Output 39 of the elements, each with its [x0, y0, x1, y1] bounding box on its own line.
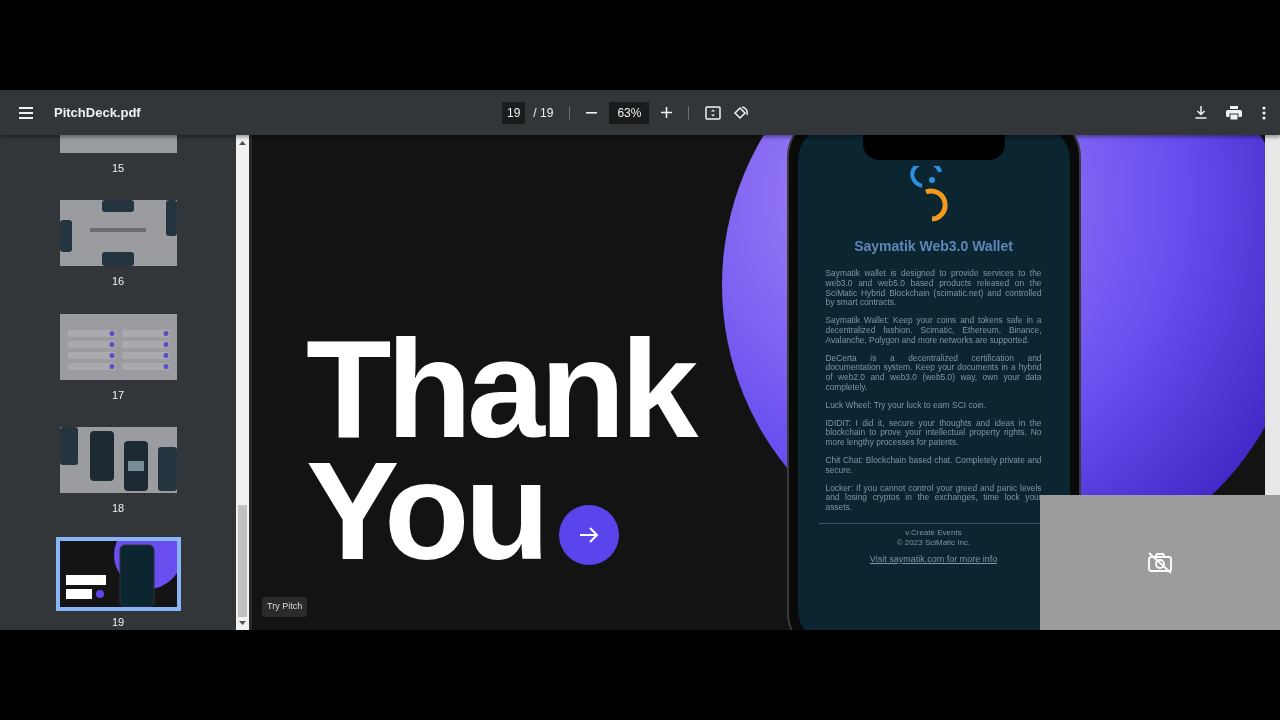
zoom-in-button[interactable] — [661, 107, 673, 118]
fit-page-icon[interactable] — [705, 105, 722, 120]
print-icon[interactable] — [1226, 105, 1242, 120]
menu-icon[interactable] — [18, 106, 34, 119]
page-number: 18 — [111, 501, 125, 516]
paragraph: Saymatik Wallet: Keep your coins and tokens safe in a decentralized fashion. Scimatic, Ethereum, Binance, Avalanche, Polygon and more networks are supported. — [825, 316, 1042, 346]
paragraph: Chit Chat: Blockchain based chat. Completely private and secure. — [825, 455, 1042, 476]
paragraph: DeCerta is a decentralized certification and documentation system. Keep your documents in a hybrid of web2.0 and web3.0 (web5.0) way, own your data completely. — [825, 353, 1042, 393]
download-icon[interactable] — [1195, 106, 1207, 119]
info-link[interactable]: Visit saymatik.com for more info — [869, 552, 998, 567]
more-options-icon[interactable] — [1262, 105, 1266, 120]
scroll-thumb[interactable] — [238, 505, 247, 617]
paragraph: Locker: If you cannot control your greed and panic levels and losing cryptos in the exchanges, time lock your assets. — [825, 483, 1042, 513]
rotate-icon[interactable] — [733, 104, 750, 121]
arrow-icon — [579, 527, 599, 543]
headline-text: Thank — [306, 328, 694, 450]
footer-text: v.Create Events — [905, 527, 962, 538]
page-number: 16 — [111, 274, 125, 289]
zoom-field[interactable]: 63% — [609, 101, 650, 124]
page-number: 17 — [111, 387, 125, 403]
headline-text: You — [306, 450, 546, 572]
zoom-out-button[interactable] — [586, 111, 598, 114]
page-number: 15 — [111, 160, 125, 176]
scroll-up-icon[interactable] — [239, 140, 246, 145]
footer-text: © 2023 SciMatic Inc. — [896, 537, 971, 548]
scrollbar[interactable] — [236, 135, 249, 630]
scroll-down-icon[interactable] — [239, 621, 246, 626]
page-scrollbar[interactable] — [1265, 135, 1280, 495]
wallet-title: Saymatik Web3.0 Wallet — [854, 237, 1013, 256]
arrow-button[interactable] — [559, 505, 619, 565]
page-total: / 19 — [533, 104, 554, 122]
paragraph: Luck Wheel: Try your luck to earn SCI coin. — [825, 400, 988, 411]
page-number-field[interactable]: 19 — [502, 101, 526, 124]
paragraph: Saymatik wallet is designed to provide services to the web3.0 and web5.0 based products released on the SciMatic Hybrid Blockchain (scimatic.net) and controlled by smart contracts. — [825, 269, 1042, 309]
page-number: 19 — [111, 614, 125, 630]
try-pitch-badge[interactable]: Try Pitch — [262, 597, 308, 617]
paragraph: IDIDIT: I did it, secure your thoughts and ideas in the blockchain to prove your intellectual property rights. No more lengthy processes for patents. — [825, 418, 1042, 448]
camera-off-icon — [1147, 551, 1173, 574]
document-title: PitchDeck.pdf — [54, 103, 142, 122]
